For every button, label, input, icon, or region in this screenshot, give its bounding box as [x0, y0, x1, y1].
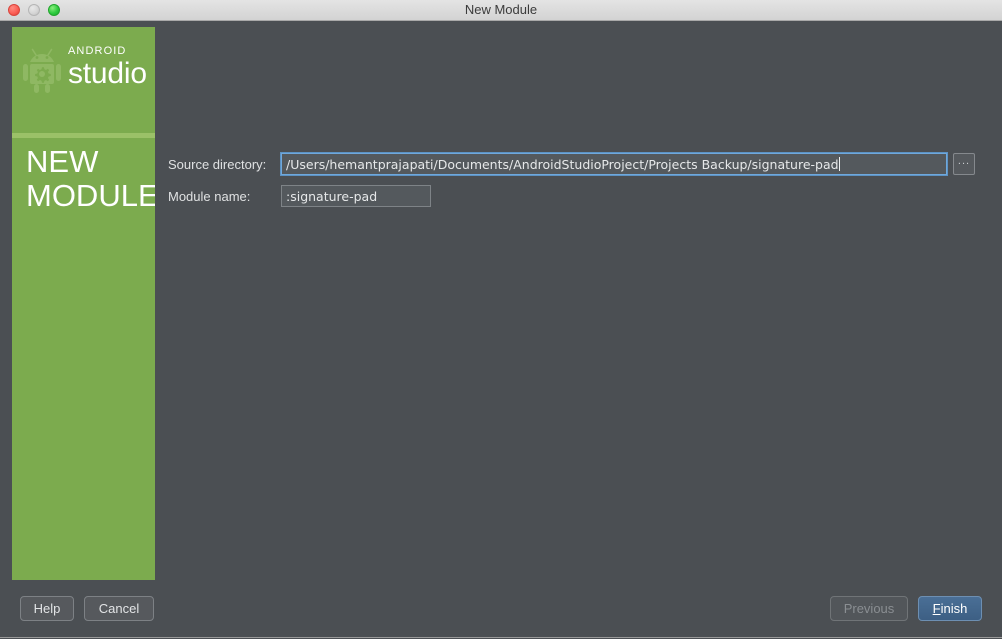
source-directory-value: /Users/hemantprajapati/Documents/Android… — [286, 157, 839, 172]
dialog-body: ANDROID studio NEW MODULE Source directo… — [0, 21, 1002, 638]
module-name-label: Module name: — [168, 188, 251, 204]
help-button[interactable]: Help — [20, 596, 74, 621]
title-bar: New Module — [0, 0, 1002, 21]
form-area: Source directory: /Users/hemantprajapati… — [168, 152, 988, 216]
module-name-input[interactable]: :signature-pad — [281, 185, 431, 207]
new-module-dialog-window: New Module ANDROID studio NEW MODULE Sou… — [0, 0, 1002, 639]
window-title: New Module — [464, 2, 538, 17]
gear-icon — [35, 67, 51, 83]
source-directory-row: Source directory: /Users/hemantprajapati… — [168, 152, 988, 176]
logo-area: ANDROID studio — [12, 27, 155, 133]
footer-right-buttons: Previous Finish — [830, 596, 982, 621]
text-caret — [838, 157, 840, 171]
branding-sidebar: ANDROID studio NEW MODULE — [12, 27, 155, 580]
module-name-row: Module name: :signature-pad — [168, 184, 988, 208]
previous-button[interactable]: Previous — [830, 596, 908, 621]
footer-left-buttons: Help Cancel — [20, 596, 154, 621]
brand-wordmark: ANDROID studio — [68, 45, 147, 90]
source-directory-input[interactable]: /Users/hemantprajapati/Documents/Android… — [280, 152, 948, 176]
android-robot-icon — [23, 48, 61, 93]
sidebar-divider — [12, 133, 155, 138]
headline-line-1: NEW — [26, 144, 99, 179]
brand-android-text: ANDROID — [68, 45, 127, 57]
sidebar-headline: NEW MODULE — [26, 144, 155, 213]
brand-studio-text: studio — [68, 57, 147, 90]
headline-line-2: MODULE — [26, 178, 155, 213]
browse-directory-button[interactable]: ... — [953, 153, 975, 175]
cancel-button[interactable]: Cancel — [84, 596, 154, 621]
finish-mnemonic: F — [932, 601, 941, 616]
finish-button[interactable]: Finish — [918, 596, 982, 621]
finish-label-rest: inish — [940, 601, 968, 616]
source-directory-label: Source directory: — [168, 156, 267, 172]
